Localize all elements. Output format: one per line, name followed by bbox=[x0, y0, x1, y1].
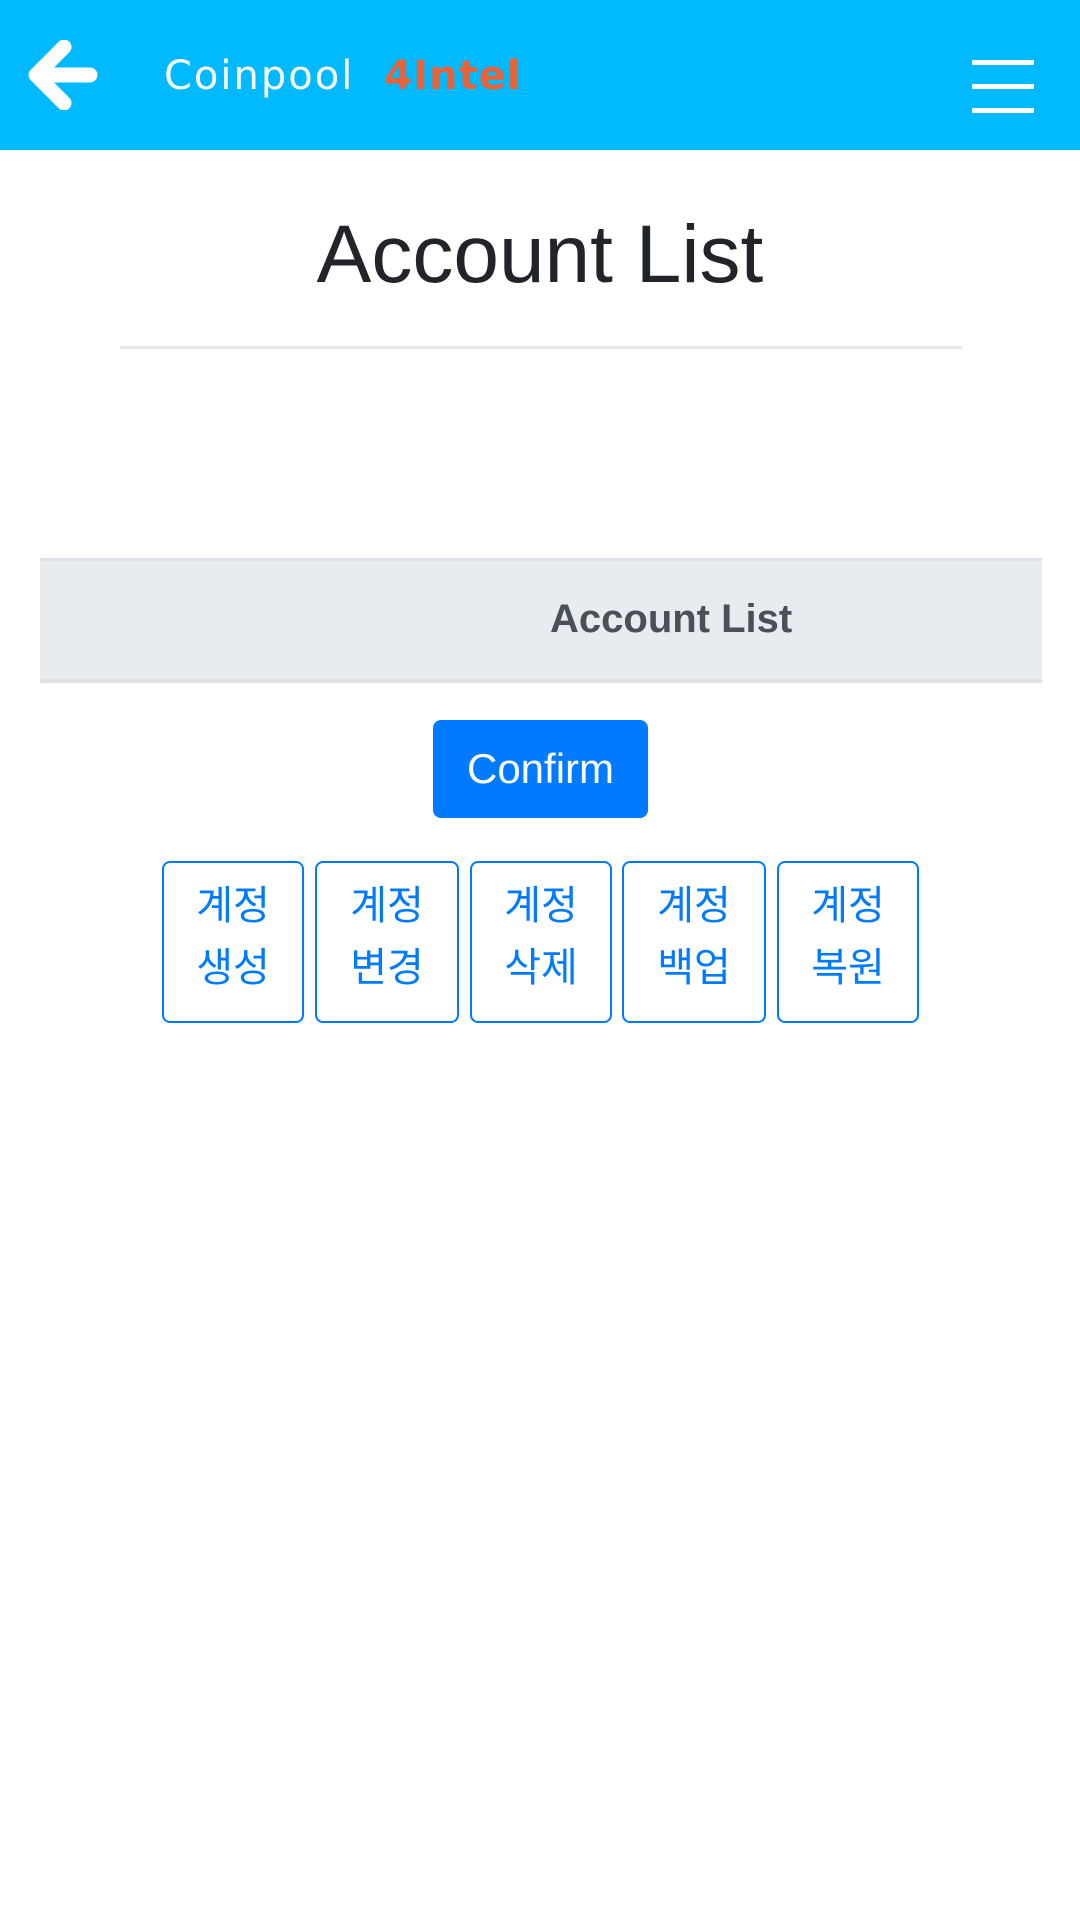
delete-account-button[interactable]: 계정 삭제 bbox=[470, 861, 612, 1023]
account-list-panel: Account List bbox=[40, 558, 1042, 683]
brand: Coinpool 4Intel bbox=[164, 46, 521, 106]
backup-account-label-line1: 계정 bbox=[657, 883, 731, 929]
change-account-label-line2: 변경 bbox=[350, 945, 424, 991]
hamburger-menu-icon bbox=[972, 60, 1034, 65]
backup-account-button[interactable]: 계정 백업 bbox=[622, 861, 766, 1023]
brand-tag: 4Intel bbox=[384, 53, 522, 99]
back-button[interactable] bbox=[26, 40, 98, 110]
confirm-button[interactable]: Confirm bbox=[433, 720, 648, 818]
change-account-label-line1: 계정 bbox=[350, 883, 424, 929]
page-title: Account List bbox=[316, 209, 764, 300]
backup-account-label-line2: 백업 bbox=[657, 945, 731, 991]
arrow-left-icon bbox=[28, 40, 98, 110]
restore-account-label-line2: 복원 bbox=[811, 945, 885, 991]
delete-account-label-line1: 계정 bbox=[504, 883, 578, 929]
menu-button[interactable] bbox=[972, 60, 1034, 114]
restore-account-button[interactable]: 계정 복원 bbox=[777, 861, 919, 1023]
create-account-label-line2: 생성 bbox=[196, 945, 270, 991]
restore-account-label-line1: 계정 bbox=[811, 883, 885, 929]
title-divider bbox=[120, 346, 962, 349]
brand-name: Coinpool bbox=[164, 53, 355, 99]
account-list-header: Account List bbox=[550, 597, 793, 641]
create-account-label-line1: 계정 bbox=[196, 883, 270, 929]
change-account-button[interactable]: 계정 변경 bbox=[315, 861, 459, 1023]
create-account-button[interactable]: 계정 생성 bbox=[162, 861, 304, 1023]
delete-account-label-line2: 삭제 bbox=[504, 945, 578, 991]
app-header: Coinpool 4Intel bbox=[0, 0, 1080, 150]
